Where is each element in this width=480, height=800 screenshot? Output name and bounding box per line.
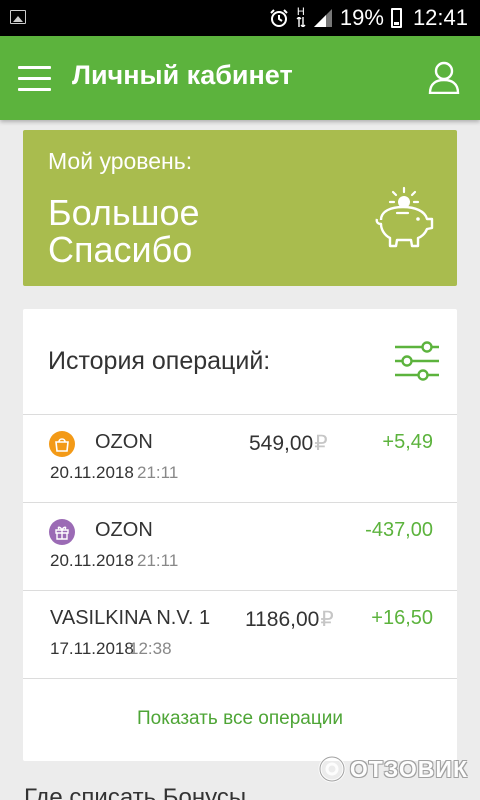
operation-merchant: OZON bbox=[95, 431, 153, 453]
watermark-text: ОТЗОВИК bbox=[349, 755, 468, 782]
operation-date: 20.11.2018 bbox=[50, 463, 134, 482]
operations-history-card: История операций: OZON 20.11.2018 21:11 … bbox=[23, 309, 457, 761]
operation-row[interactable]: OZON 20.11.2018 21:11 549,00₽ +5,49 bbox=[23, 414, 457, 502]
operation-merchant: VASILKINA N.V. 1 bbox=[50, 607, 211, 629]
redeem-bonuses-heading: Где списать Бонусы bbox=[24, 784, 247, 800]
watermark-logo-icon bbox=[318, 755, 346, 783]
operation-bonus: -437,00 bbox=[365, 519, 433, 541]
alarm-icon bbox=[270, 9, 288, 27]
show-all-operations-link[interactable]: Показать все операции bbox=[23, 708, 457, 730]
gallery-icon bbox=[10, 10, 26, 24]
data-arrows-icon: H bbox=[296, 7, 306, 29]
battery-percent: 19% bbox=[339, 5, 384, 30]
signal-icon bbox=[313, 9, 332, 27]
operation-merchant: OZON bbox=[95, 519, 153, 541]
operation-date: 20.11.2018 bbox=[50, 551, 134, 570]
level-name: Большое Спасибо bbox=[48, 192, 200, 270]
history-title: История операций: bbox=[48, 347, 271, 375]
otzovik-watermark: ОТЗОВИК bbox=[318, 755, 468, 783]
operation-time: 12:38 bbox=[129, 639, 172, 658]
operation-time: 21:11 bbox=[137, 551, 179, 570]
operation-bonus: +16,50 bbox=[371, 607, 433, 629]
filter-sliders-icon[interactable] bbox=[393, 341, 441, 381]
amount-value: 549,00 bbox=[249, 432, 314, 455]
page-title: Личный кабинет bbox=[72, 60, 293, 90]
gift-icon bbox=[49, 519, 75, 545]
operation-row[interactable]: VASILKINA N.V. 1 17.11.2018 12:38 1186,0… bbox=[23, 590, 457, 678]
battery-icon bbox=[390, 8, 402, 28]
operation-amount: 1186,00₽ bbox=[245, 607, 334, 632]
ruble-sign: ₽ bbox=[314, 432, 328, 455]
status-icons: H 19% 12:41 bbox=[269, 0, 468, 36]
operation-amount: 549,00₽ bbox=[249, 431, 328, 456]
app-bar: Личный кабинет bbox=[0, 36, 480, 120]
menu-icon[interactable] bbox=[16, 64, 56, 92]
show-all-row: Показать все операции bbox=[23, 678, 457, 761]
operation-bonus: +5,49 bbox=[382, 431, 433, 453]
operation-date: 17.11.2018 bbox=[50, 639, 134, 658]
operation-row[interactable]: OZON 20.11.2018 21:11 -437,00 bbox=[23, 502, 457, 590]
level-card[interactable]: Мой уровень: Большое Спасибо bbox=[23, 130, 457, 286]
profile-icon[interactable] bbox=[428, 60, 460, 94]
clock: 12:41 bbox=[412, 5, 468, 30]
bag-icon bbox=[49, 431, 75, 457]
status-bar: H 19% 12:41 bbox=[0, 0, 480, 36]
level-label: Мой уровень: bbox=[48, 148, 193, 174]
ruble-sign: ₽ bbox=[320, 608, 334, 631]
operation-time: 21:11 bbox=[137, 463, 179, 482]
amount-value: 1186,00 bbox=[245, 608, 320, 631]
piggy-bank-icon bbox=[375, 186, 434, 248]
